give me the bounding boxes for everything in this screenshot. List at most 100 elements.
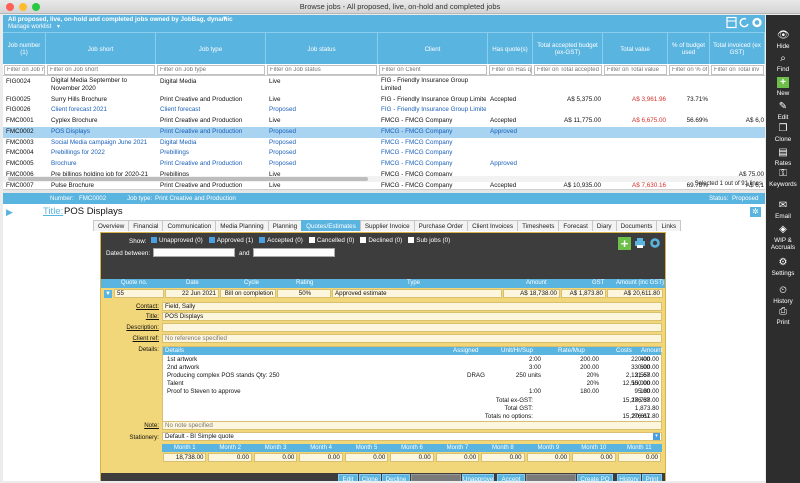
filter-total-value[interactable] [604,65,667,75]
sidebar-rates[interactable]: ▤ Rates [766,147,800,167]
filter-pct-budget[interactable] [669,65,709,75]
tab-diary[interactable]: Diary [591,220,617,231]
sidebar-keywords[interactable]: ⚿ Keywords [766,168,800,188]
title-label[interactable]: Title: [101,313,159,320]
tab-timesheets[interactable]: Timesheets [517,220,560,231]
month-value-input[interactable]: 0.00 [299,453,343,462]
job-title-label[interactable]: Title: [43,205,63,219]
date-to-input[interactable] [253,248,335,257]
note-label[interactable]: Note: [101,422,159,429]
minimize-window-button[interactable] [19,3,27,11]
filter-job-number[interactable] [4,65,45,75]
col-header-job-status[interactable]: Job status [266,33,378,65]
description-label[interactable]: Description: [101,324,159,331]
sidebar-find[interactable]: ⌕ Find [766,53,800,73]
edit-button[interactable]: Edit [338,474,358,481]
sidebar-print[interactable]: ⎙ Print [766,306,800,326]
client-ref-value[interactable]: No reference specified [162,334,662,343]
tab-supplier-invoice[interactable]: Supplier Invoice [359,220,415,231]
month-value-input[interactable]: 0.00 [253,453,298,462]
col-header-client[interactable]: Client [378,33,488,65]
stationery-dropdown-icon[interactable]: ▾ [653,433,660,440]
col-header-pct-budget[interactable]: % of budget used [668,33,710,65]
date-from-input[interactable] [153,248,235,257]
collapse-quote-icon[interactable]: ▼ [104,290,112,298]
col-header-total-value[interactable]: Total value [603,33,668,65]
table-row[interactable]: FMC0005 Brochure Print Creative and Produc… [3,159,765,170]
filter-checkbox-approved[interactable]: Approved (1) [208,237,253,244]
month-value-input[interactable]: 0.00 [572,453,616,462]
month-value-input[interactable]: 0.00 [435,453,480,462]
sidebar-history[interactable]: ⏲ History [766,285,800,305]
close-window-button[interactable] [6,3,14,11]
settings-gear-icon[interactable] [752,17,762,28]
checkbox-icon[interactable] [408,237,415,243]
tab-forecast[interactable]: Forecast [558,220,593,231]
filter-client[interactable] [379,65,487,75]
print-button[interactable]: Print [642,474,662,481]
month-value-input[interactable]: 18,738.00 [163,453,207,462]
sidebar-wip-accruals[interactable]: ◈ WIP & Accruals [766,224,800,251]
tab-financial[interactable]: Financial [128,220,164,231]
client-ref-label[interactable]: Client ref: [101,335,159,342]
sidebar-email[interactable]: ✉ Email [766,200,800,220]
sidebar-clone[interactable]: ❐ Clone [766,123,800,143]
filter-checkbox-unapproved[interactable]: Unapproved (0) [151,237,203,244]
filter-checkbox-declined[interactable]: Declined (0) [360,237,402,244]
table-row[interactable]: FMC0004 Prebillings for 2022 Prebillings Pr… [3,148,765,159]
month-value-input[interactable]: 0.00 [390,453,434,462]
filter-checkbox-sub[interactable]: Sub jobs (0) [408,237,450,244]
col-header-total-invoiced[interactable]: Total invoiced (ex GST) [710,33,765,65]
description-value[interactable] [162,323,662,332]
month-value-input[interactable]: 0.00 [344,453,389,462]
refresh-icon[interactable] [739,17,749,28]
sidebar-new[interactable]: + New [766,77,800,97]
title-value[interactable]: POS Displays [162,312,662,321]
col-header-total-budget[interactable]: Total accepted budget (ex-GST) [533,33,603,65]
zoom-window-button[interactable] [32,3,40,11]
tab-overview[interactable]: Overview [93,220,130,231]
filter-job-status[interactable] [267,65,377,75]
quotes-settings-gear-icon[interactable] [649,237,661,249]
tab-communication[interactable]: Communication [162,220,217,231]
tab-documents[interactable]: Documents [615,220,658,231]
table-row[interactable]: FMC0002 POS Displays Print Creative and Pr… [3,127,765,138]
tab-links[interactable]: Links [656,220,682,231]
print-quotes-icon[interactable] [634,237,646,249]
col-header-has-quotes[interactable]: Has quote(s) [488,33,533,65]
decline-button[interactable]: Decline [382,474,410,481]
filter-job-short[interactable] [47,65,155,75]
note-value[interactable]: No note specified [162,421,662,430]
filter-checkbox-accepted[interactable]: Accepted (0) [259,237,303,244]
clone-button[interactable]: Clone [359,474,381,481]
contact-label[interactable]: Contact: [101,303,159,310]
tab-purchase-order[interactable]: Purchase Order [413,220,469,231]
accept-button[interactable]: Accept [497,474,525,481]
heading-dropdown-icon[interactable]: ▼ [222,16,228,22]
sidebar-settings[interactable]: ⚙ Settings [766,257,800,277]
add-quote-icon[interactable]: + [618,237,631,250]
checkbox-icon[interactable] [259,237,266,243]
month-value-input[interactable]: 0.00 [526,453,571,462]
checkbox-icon[interactable] [360,237,367,243]
table-row[interactable]: FIG0026 Client forecast 2021 Client foreca… [3,105,765,116]
month-value-input[interactable]: 0.00 [208,453,252,462]
grid-view-icon[interactable] [726,16,737,29]
col-header-job-short[interactable]: Job short [46,33,156,65]
quote-row[interactable]: ▼ 55 22 Jun 2021 Bill on completion 50% … [101,289,665,299]
checkbox-icon[interactable] [308,237,315,243]
table-row[interactable]: FIG0024 Digital Media September to Novemb… [3,77,765,95]
filter-total-budget[interactable] [534,65,602,75]
tab-planning[interactable]: Planning [267,220,303,231]
expand-icon[interactable]: ▶ [6,205,13,219]
sidebar-edit[interactable]: ✎ Edit [766,101,800,121]
unapprove-button[interactable]: Unapprove [462,474,494,481]
col-header-job-number[interactable]: Job number (1) [3,33,46,65]
sidebar-hide[interactable]: 👁 Hide [766,30,800,50]
tab-media-planning[interactable]: Media Planning [215,220,269,231]
filter-total-invoiced[interactable] [711,65,764,75]
history-button[interactable]: History [617,474,641,481]
month-value-input[interactable]: 0.00 [481,453,525,462]
manage-worklist-link[interactable]: Manage worklist [8,24,51,30]
table-row[interactable]: FMC0001 Cyplex Brochure Print Creative and… [3,116,765,127]
